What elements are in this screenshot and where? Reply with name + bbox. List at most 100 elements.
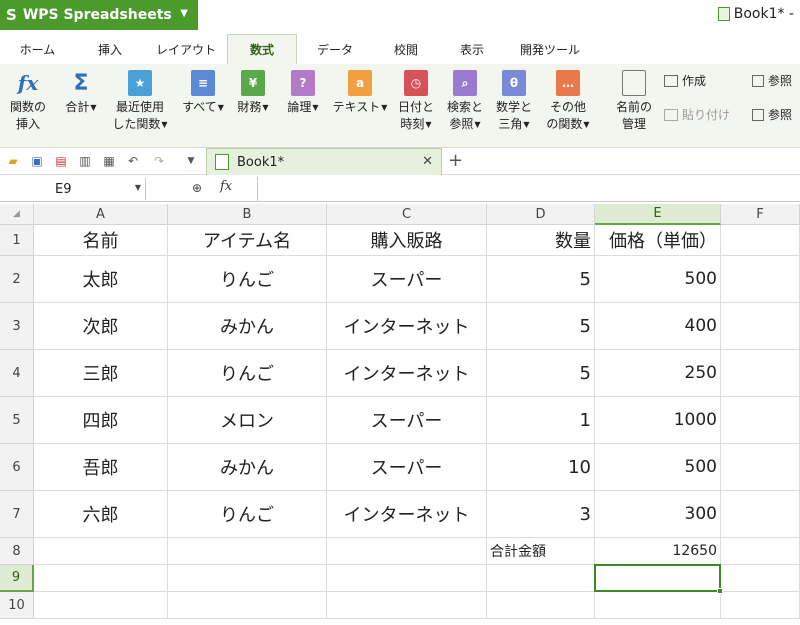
tab-layout[interactable]: レイアウト xyxy=(145,34,227,64)
cell-e6[interactable]: 500 xyxy=(595,444,721,491)
row-header-8[interactable]: 8 xyxy=(0,538,34,565)
column-header-f[interactable]: F xyxy=(721,204,800,225)
cell-d5[interactable]: 1 xyxy=(487,397,595,444)
cell-f10[interactable] xyxy=(721,592,800,619)
cell-b9[interactable] xyxy=(168,565,327,592)
cell-f8[interactable] xyxy=(721,538,800,565)
cell-f3[interactable] xyxy=(721,303,800,350)
cell-a4[interactable]: 三郎 xyxy=(34,350,168,397)
cell-a8[interactable] xyxy=(34,538,168,565)
row-header-6[interactable]: 6 xyxy=(0,444,34,491)
cell-b4[interactable]: りんご xyxy=(168,350,327,397)
cell-e7[interactable]: 300 xyxy=(595,491,721,538)
cell-a10[interactable] xyxy=(34,592,168,619)
select-all-corner[interactable]: ◢ xyxy=(0,204,34,225)
cell-b7[interactable]: りんご xyxy=(168,491,327,538)
customize-dropdown-icon[interactable]: ▼ xyxy=(184,154,198,168)
tab-view[interactable]: 表示 xyxy=(439,34,505,64)
cell-a7[interactable]: 六郎 xyxy=(34,491,168,538)
cell-d2[interactable]: 5 xyxy=(487,256,595,303)
cell-d4[interactable]: 5 xyxy=(487,350,595,397)
create-name-button[interactable]: 作成 xyxy=(664,72,706,89)
app-menu-button[interactable]: S WPS Spreadsheets ▼ xyxy=(0,0,198,30)
cell-b3[interactable]: みかん xyxy=(168,303,327,350)
new-tab-icon[interactable]: + xyxy=(448,150,463,171)
recent-functions-button[interactable]: ★ 最近使用 した関数▼ xyxy=(108,70,172,133)
cell-f9[interactable] xyxy=(721,565,800,592)
row-header-7[interactable]: 7 xyxy=(0,491,34,538)
trace-dependents-button[interactable]: 参照 xyxy=(752,106,792,123)
close-icon[interactable]: ✕ xyxy=(422,154,433,169)
formula-input[interactable] xyxy=(257,177,800,201)
cell-b1[interactable]: アイテム名 xyxy=(168,225,327,256)
tab-home[interactable]: ホーム xyxy=(0,34,75,64)
cell-c8[interactable] xyxy=(327,538,487,565)
cell-a9[interactable] xyxy=(34,565,168,592)
save-icon[interactable]: ▣ xyxy=(30,154,44,168)
cell-c6[interactable]: スーパー xyxy=(327,444,487,491)
export-pdf-icon[interactable]: ▤ xyxy=(54,154,68,168)
name-manager-button[interactable]: 名前の 管理 xyxy=(610,70,658,133)
row-header-9[interactable]: 9 xyxy=(0,565,34,592)
cell-a3[interactable]: 次郎 xyxy=(34,303,168,350)
cell-e10[interactable] xyxy=(595,592,721,619)
tab-review[interactable]: 校閲 xyxy=(373,34,439,64)
row-header-1[interactable]: 1 xyxy=(0,225,34,256)
open-folder-icon[interactable]: ▰ xyxy=(6,154,20,168)
row-header-10[interactable]: 10 xyxy=(0,592,34,619)
cell-b2[interactable]: りんご xyxy=(168,256,327,303)
cell-d8[interactable]: 合計金額 xyxy=(487,538,595,565)
cell-b6[interactable]: みかん xyxy=(168,444,327,491)
cell-b10[interactable] xyxy=(168,592,327,619)
all-functions-button[interactable]: ≡ すべて▼ xyxy=(178,70,228,116)
sum-button[interactable]: Σ 合計▼ xyxy=(58,70,104,116)
cell-d9[interactable] xyxy=(487,565,595,592)
cell-c9[interactable] xyxy=(327,565,487,592)
datetime-functions-button[interactable]: ◷ 日付と 時刻▼ xyxy=(394,70,438,133)
insert-function-button[interactable]: fx 関数の 挿入 xyxy=(6,70,50,133)
cell-c3[interactable]: インターネット xyxy=(327,303,487,350)
more-functions-button[interactable]: … その他 の関数▼ xyxy=(541,70,595,133)
tab-insert[interactable]: 挿入 xyxy=(75,34,145,64)
cell-b8[interactable] xyxy=(168,538,327,565)
cell-b5[interactable]: メロン xyxy=(168,397,327,444)
cell-c2[interactable]: スーパー xyxy=(327,256,487,303)
name-box[interactable]: E9 ▼ xyxy=(0,178,146,200)
cell-e2[interactable]: 500 xyxy=(595,256,721,303)
cell-f5[interactable] xyxy=(721,397,800,444)
cell-e1[interactable]: 価格（単価） xyxy=(595,225,721,256)
trace-precedents-button[interactable]: 参照 xyxy=(752,72,792,89)
cell-f1[interactable] xyxy=(721,225,800,256)
undo-icon[interactable]: ↶ xyxy=(126,154,140,168)
cell-c4[interactable]: インターネット xyxy=(327,350,487,397)
cell-d6[interactable]: 10 xyxy=(487,444,595,491)
cell-c10[interactable] xyxy=(327,592,487,619)
cell-c7[interactable]: インターネット xyxy=(327,491,487,538)
cell-e5[interactable]: 1000 xyxy=(595,397,721,444)
row-header-5[interactable]: 5 xyxy=(0,397,34,444)
column-header-b[interactable]: B xyxy=(168,204,327,225)
cell-d1[interactable]: 数量 xyxy=(487,225,595,256)
cell-a1[interactable]: 名前 xyxy=(34,225,168,256)
zoom-function-icon[interactable]: ⊕ xyxy=(192,181,202,195)
cell-d3[interactable]: 5 xyxy=(487,303,595,350)
cell-d7[interactable]: 3 xyxy=(487,491,595,538)
insert-function-icon[interactable]: fx xyxy=(220,179,232,194)
print-icon[interactable]: ▥ xyxy=(78,154,92,168)
paste-name-button[interactable]: 貼り付け xyxy=(664,106,730,123)
financial-functions-button[interactable]: ¥ 財務▼ xyxy=(232,70,274,116)
tab-developer[interactable]: 開発ツール xyxy=(505,34,595,64)
cell-c5[interactable]: スーパー xyxy=(327,397,487,444)
column-header-c[interactable]: C xyxy=(327,204,487,225)
column-header-e[interactable]: E xyxy=(595,204,721,225)
cell-a6[interactable]: 吾郎 xyxy=(34,444,168,491)
document-tab[interactable]: Book1* ✕ xyxy=(206,148,442,175)
cell-e8[interactable]: 12650 xyxy=(595,538,721,565)
cell-c1[interactable]: 購入販路 xyxy=(327,225,487,256)
print-preview-icon[interactable]: ▦ xyxy=(102,154,116,168)
lookup-functions-button[interactable]: ⌕ 検索と 参照▼ xyxy=(443,70,487,133)
cell-f2[interactable] xyxy=(721,256,800,303)
cell-f7[interactable] xyxy=(721,491,800,538)
tab-formulas[interactable]: 数式 xyxy=(227,34,297,64)
cell-e4[interactable]: 250 xyxy=(595,350,721,397)
